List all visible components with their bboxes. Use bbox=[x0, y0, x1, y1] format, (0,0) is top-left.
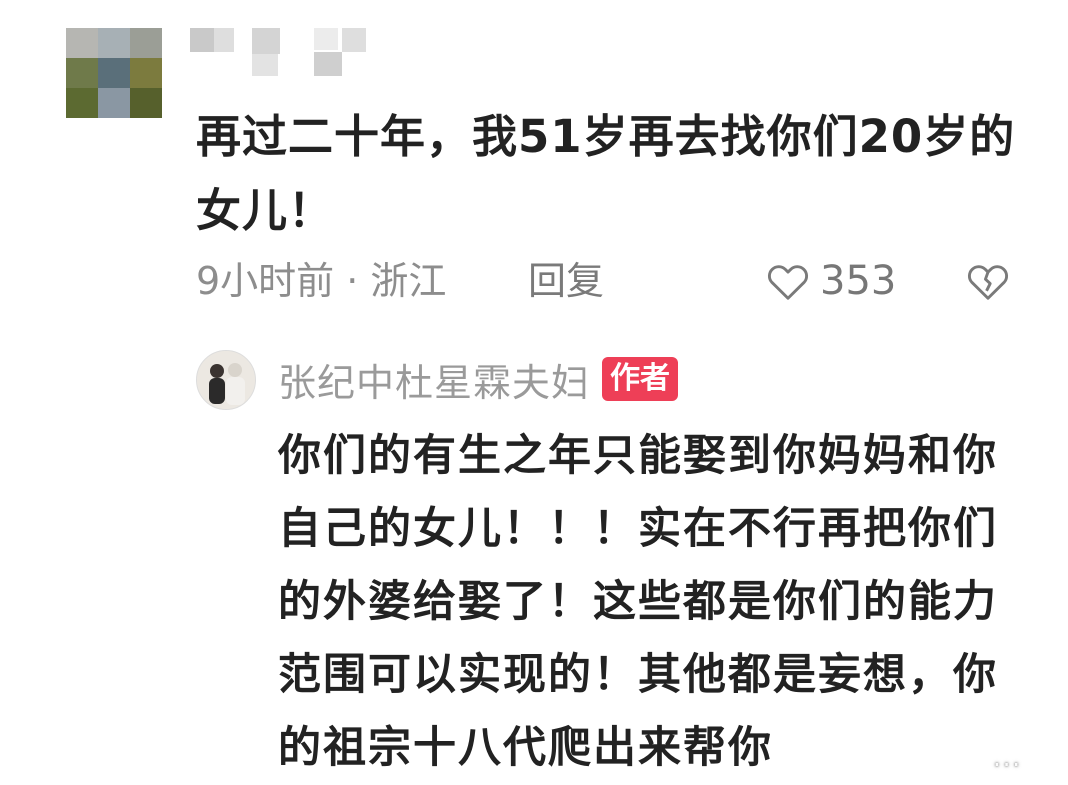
author-photo bbox=[197, 351, 255, 409]
author-name[interactable]: 张纪中杜星霖夫妇 bbox=[278, 352, 590, 407]
comment-time-location: 9小时前 · 浙江 bbox=[196, 259, 447, 303]
commenter-username[interactable] bbox=[190, 28, 380, 80]
author-avatar[interactable] bbox=[196, 350, 256, 410]
like-count: 353 bbox=[820, 258, 897, 304]
broken-heart-icon[interactable] bbox=[966, 261, 1010, 301]
heart-outline-icon bbox=[767, 265, 809, 300]
comment-text: 再过二十年，我51岁再去找你们20岁的女儿！ bbox=[196, 110, 1016, 237]
comment-meta: 9小时前 · 浙江 回复 353 bbox=[196, 252, 1026, 310]
reply-header: 张纪中杜星霖夫妇 作者 bbox=[278, 350, 679, 408]
reply-button[interactable]: 回复 bbox=[528, 252, 604, 310]
author-badge: 作者 bbox=[602, 357, 679, 401]
watermark: ... bbox=[993, 744, 1022, 772]
reply-text: 你们的有生之年只能娶到你妈妈和你自己的女儿！！！实在不行再把你们的外婆给娶了！这… bbox=[278, 431, 998, 773]
like-button[interactable]: 353 bbox=[766, 252, 896, 310]
commenter-avatar[interactable] bbox=[66, 28, 162, 118]
